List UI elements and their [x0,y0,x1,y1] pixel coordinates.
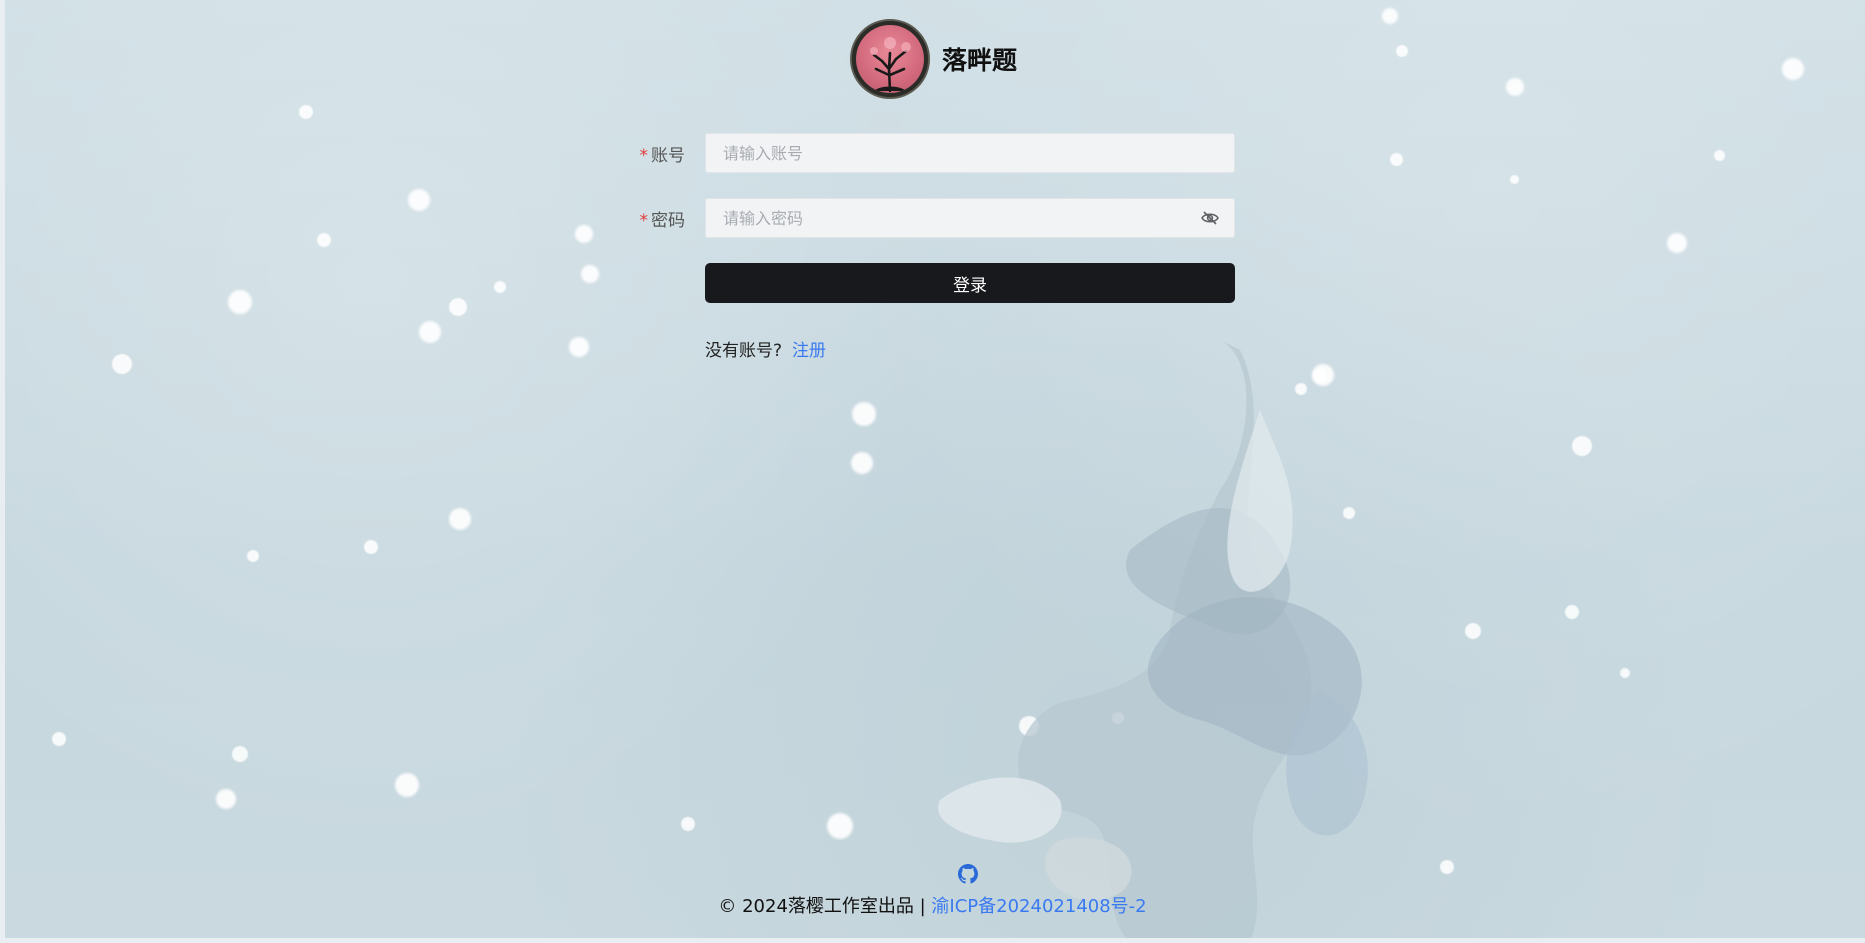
account-input-wrapper [705,133,1235,173]
no-account-text: 没有账号? [705,341,783,361]
password-label: * 密码 [620,206,705,231]
account-label-text: 账号 [651,145,685,166]
footer-text: © 2024落樱工作室出品 | 渝ICP备2024021408号-2 [0,892,1865,918]
account-input[interactable] [721,142,1219,164]
login-button[interactable]: 登录 [705,263,1235,303]
window-edge [0,0,5,943]
brand-header: 落畔题 [850,19,1017,99]
login-page: 落畔题 *账号 *密码 登录 [0,0,1865,943]
required-mark: * [639,145,649,166]
password-row: * 密码 [620,198,1240,238]
register-prompt: 没有账号? 注册 [705,336,1240,361]
account-row: * 账号 [620,133,1240,173]
sakura-tree-logo-icon [850,19,930,99]
register-link[interactable]: 注册 [792,341,826,361]
password-input-wrapper [705,198,1235,238]
login-form: *账号 *密码 登录 没有账号?注册 [620,133,1240,361]
copyright-text: © 2024落樱工作室出品 | [718,896,926,917]
eye-hidden-icon[interactable] [1201,211,1219,225]
password-label-text: 密码 [651,210,685,231]
footer: © 2024落樱工作室出品 | 渝ICP备2024021408号-2 [0,864,1865,918]
required-mark: * [639,210,649,231]
window-bottom-edge [0,938,1865,943]
password-input[interactable] [721,207,1201,229]
brand-name: 落畔题 [942,47,1018,75]
character-illustration [938,340,1368,943]
icp-link[interactable]: 渝ICP备2024021408号-2 [931,896,1146,917]
account-label: * 账号 [620,141,705,166]
github-icon[interactable] [957,864,978,884]
